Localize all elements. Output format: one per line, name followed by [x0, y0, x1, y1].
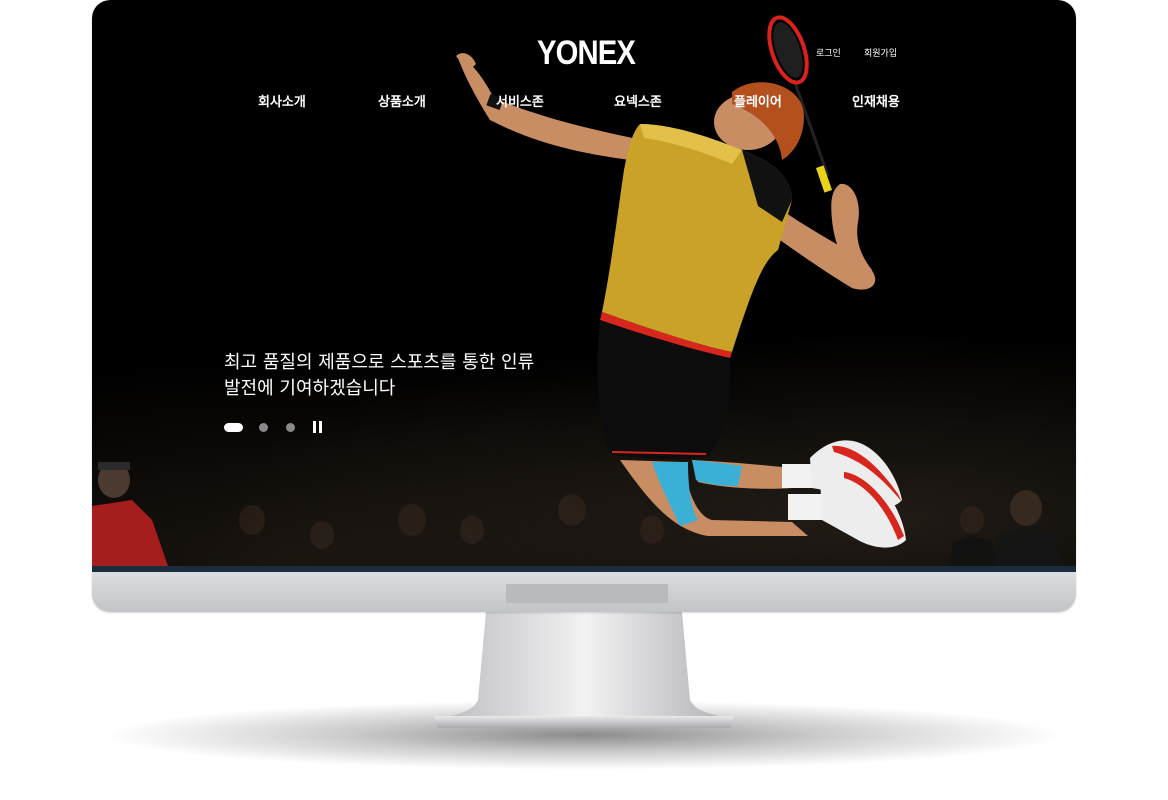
nav-item-service-zone[interactable]: 서비스존: [496, 91, 544, 110]
monitor-chin: [92, 572, 1076, 612]
nav-item-yonex-zone[interactable]: 요넥스존: [614, 91, 662, 110]
hero-slogan-line1: 최고 품질의 제품으로 스포츠를 통한 인류: [224, 352, 535, 373]
nav-item-company[interactable]: 회사소개: [258, 91, 306, 110]
slide-dot-3[interactable]: [286, 423, 295, 432]
spectator-left: [92, 462, 168, 566]
slide-dot-1[interactable]: [224, 423, 243, 432]
nav-item-products[interactable]: 상품소개: [378, 91, 426, 110]
main-nav: 회사소개 상품소개 서비스존 요넥스존 플레이어 인재채용: [92, 91, 1076, 111]
login-link[interactable]: 로그인: [816, 46, 841, 59]
spectators-right: [948, 490, 1064, 566]
yonex-logo[interactable]: YONEX: [537, 34, 636, 73]
pause-icon[interactable]: [313, 421, 323, 433]
nav-item-player[interactable]: 플레이어: [734, 91, 782, 110]
slide-dot-2[interactable]: [259, 423, 268, 432]
hero-slogan-line2: 발전에 기여하겠습니다: [224, 378, 396, 399]
hero-background-image: [92, 15, 1064, 566]
monitor-frame: YONEX 로그인 회원가입 회사소개 상품소개 서비스존 요넥스존 플레이어 …: [92, 0, 1076, 612]
monitor-brand-plate: [506, 584, 668, 603]
hero-slogan: 최고 품질의 제품으로 스포츠를 통한 인류 발전에 기여하겠습니다: [224, 350, 624, 402]
nav-item-recruit[interactable]: 인재채용: [852, 91, 900, 110]
desktop-mockup: YONEX 로그인 회원가입 회사소개 상품소개 서비스존 요넥스존 플레이어 …: [0, 0, 1168, 800]
join-link[interactable]: 회원가입: [864, 46, 897, 59]
website-screen: YONEX 로그인 회원가입 회사소개 상품소개 서비스존 요넥스존 플레이어 …: [92, 0, 1076, 572]
